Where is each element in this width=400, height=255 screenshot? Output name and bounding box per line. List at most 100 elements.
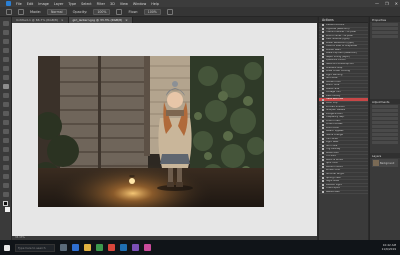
adjustment-row[interactable] <box>372 137 398 140</box>
action-toggle-checkbox[interactable] <box>322 159 324 162</box>
action-toggle-checkbox[interactable] <box>322 127 324 130</box>
action-toggle-checkbox[interactable] <box>322 88 324 91</box>
action-toggle-checkbox[interactable] <box>322 120 324 123</box>
action-toggle-checkbox[interactable] <box>322 176 324 179</box>
minimize-icon[interactable]: — <box>375 1 379 6</box>
action-toggle-checkbox[interactable] <box>322 112 324 115</box>
opera-browser-icon[interactable] <box>108 244 115 251</box>
premiere-taskbar-icon[interactable] <box>132 244 139 251</box>
eyedropper-tool-icon[interactable] <box>2 66 9 71</box>
adjustment-row[interactable] <box>372 125 398 128</box>
file-explorer-icon[interactable] <box>84 244 91 251</box>
action-toggle-checkbox[interactable] <box>322 45 324 48</box>
action-toggle-checkbox[interactable] <box>322 166 324 169</box>
blur-tool-icon[interactable] <box>2 129 9 134</box>
home-icon[interactable] <box>6 8 12 15</box>
action-toggle-checkbox[interactable] <box>322 63 324 66</box>
marquee-tool-icon[interactable] <box>2 30 9 35</box>
action-toggle-checkbox[interactable] <box>322 52 324 55</box>
adjustment-row[interactable] <box>372 105 398 108</box>
adjustment-row[interactable] <box>372 113 398 116</box>
lasso-tool-icon[interactable] <box>2 39 9 44</box>
layers-title[interactable]: Layers <box>372 154 381 158</box>
action-toggle-checkbox[interactable] <box>322 95 324 98</box>
action-toggle-checkbox[interactable] <box>322 98 324 101</box>
mode-select[interactable]: Normal <box>47 8 67 15</box>
action-toggle-checkbox[interactable] <box>322 144 324 147</box>
windows-start-icon[interactable] <box>4 244 10 251</box>
action-toggle-checkbox[interactable] <box>322 123 324 126</box>
close-tab-icon[interactable]: × <box>125 18 128 22</box>
adjustment-row[interactable] <box>372 133 398 136</box>
clone-stamp-tool-icon[interactable] <box>2 93 9 98</box>
action-toggle-checkbox[interactable] <box>322 151 324 154</box>
menu-image[interactable]: Image <box>38 2 49 6</box>
pressure-opacity-icon[interactable] <box>116 8 123 15</box>
background-color-swatch[interactable] <box>4 207 10 212</box>
dodge-tool-icon[interactable] <box>2 138 9 143</box>
menu-window[interactable]: Window <box>133 2 146 6</box>
flow-field[interactable]: 100% <box>143 8 161 15</box>
adjustment-row[interactable] <box>372 109 398 112</box>
close-icon[interactable]: ✕ <box>395 1 398 6</box>
action-toggle-checkbox[interactable] <box>322 169 324 172</box>
photoshop-taskbar-icon[interactable] <box>120 244 127 251</box>
app-taskbar-icon[interactable] <box>144 244 151 251</box>
action-toggle-checkbox[interactable] <box>322 183 324 186</box>
action-toggle-checkbox[interactable] <box>322 81 324 84</box>
brush-tool-preset-icon[interactable] <box>18 8 24 15</box>
hand-tool-icon[interactable] <box>2 183 9 188</box>
action-toggle-checkbox[interactable] <box>322 24 324 27</box>
menu-type[interactable]: Type <box>68 2 76 6</box>
menu-select[interactable]: Select <box>81 2 91 6</box>
action-toggle-checkbox[interactable] <box>322 77 324 80</box>
airbrush-icon[interactable] <box>166 8 173 15</box>
menu-layer[interactable]: Layer <box>54 2 63 6</box>
brush-tool-icon[interactable] <box>2 84 9 89</box>
action-toggle-checkbox[interactable] <box>322 130 324 133</box>
task-view-icon[interactable] <box>60 244 67 251</box>
system-tray-clock[interactable]: 10:42 AM 11/6/2019 <box>382 243 396 251</box>
action-toggle-checkbox[interactable] <box>322 155 324 158</box>
action-toggle-checkbox[interactable] <box>322 34 324 37</box>
action-toggle-checkbox[interactable] <box>322 109 324 112</box>
menu-3d[interactable]: 3D <box>110 2 115 6</box>
action-toggle-checkbox[interactable] <box>322 102 324 105</box>
shape-tool-icon[interactable] <box>2 174 9 179</box>
document-image[interactable] <box>38 56 264 207</box>
action-toggle-checkbox[interactable] <box>322 190 324 193</box>
gradient-tool-icon[interactable] <box>2 120 9 125</box>
action-toggle-checkbox[interactable] <box>322 162 324 165</box>
menu-help[interactable]: Help <box>151 2 159 6</box>
action-toggle-checkbox[interactable] <box>322 66 324 69</box>
action-toggle-checkbox[interactable] <box>322 31 324 34</box>
action-toggle-checkbox[interactable] <box>322 56 324 59</box>
menu-file[interactable]: File <box>16 2 22 6</box>
action-toggle-checkbox[interactable] <box>322 84 324 87</box>
adjustment-row[interactable] <box>372 117 398 120</box>
menu-edit[interactable]: Edit <box>27 2 34 6</box>
action-toggle-checkbox[interactable] <box>322 59 324 62</box>
action-toggle-checkbox[interactable] <box>322 141 324 144</box>
action-toggle-checkbox[interactable] <box>322 173 324 176</box>
foreground-color-swatch[interactable] <box>3 201 8 206</box>
menu-view[interactable]: View <box>120 2 128 6</box>
pen-tool-icon[interactable] <box>2 147 9 152</box>
adjustment-row[interactable] <box>372 121 398 124</box>
layer-row[interactable]: Background <box>372 159 398 167</box>
opacity-field[interactable]: 100% <box>93 8 111 15</box>
action-toggle-checkbox[interactable] <box>322 148 324 151</box>
history-brush-tool-icon[interactable] <box>2 102 9 107</box>
properties-title[interactable]: Properties <box>372 18 386 22</box>
action-toggle-checkbox[interactable] <box>322 180 324 183</box>
healing-brush-tool-icon[interactable] <box>2 75 9 80</box>
action-toggle-checkbox[interactable] <box>322 49 324 52</box>
move-tool-icon[interactable] <box>2 21 9 26</box>
zoom-tool-icon[interactable] <box>2 192 9 197</box>
taskbar-search-box[interactable]: Type here to search <box>15 243 55 252</box>
type-tool-icon[interactable] <box>2 156 9 161</box>
path-select-tool-icon[interactable] <box>2 165 9 170</box>
action-item[interactable]: Resize Web <box>319 191 368 195</box>
action-toggle-checkbox[interactable] <box>322 187 324 190</box>
action-toggle-checkbox[interactable] <box>322 27 324 30</box>
